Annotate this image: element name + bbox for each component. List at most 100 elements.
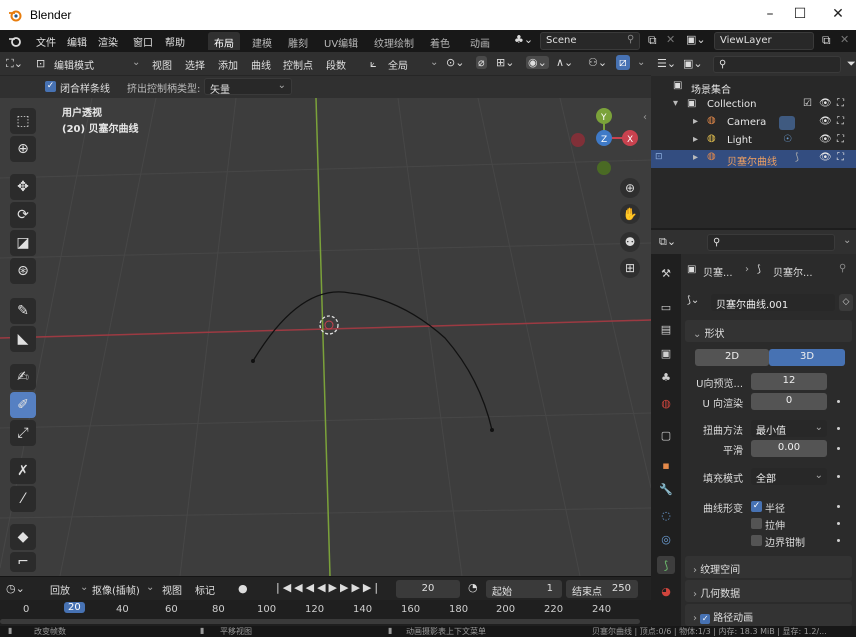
- camera-view-icon[interactable]: ⚉: [620, 232, 640, 252]
- menu-window[interactable]: 窗口: [133, 34, 153, 49]
- start-frame-field[interactable]: 起始 1: [486, 580, 562, 598]
- scene-icon[interactable]: ♣⌄: [514, 33, 533, 46]
- gizmo-neg-y[interactable]: [597, 161, 611, 175]
- outliner-item-camera[interactable]: ▸ ◍ Camera 👁 ⛶: [651, 114, 856, 132]
- randomize-tool-icon[interactable]: ⁄: [10, 486, 36, 512]
- object-tab-icon[interactable]: ▪: [657, 456, 675, 474]
- dimensions-3d-button[interactable]: 3D: [769, 349, 845, 366]
- zoom-icon[interactable]: ⊕: [620, 178, 640, 198]
- curve-data-icon[interactable]: ⟆: [795, 152, 799, 163]
- menu-marker[interactable]: 标记: [195, 582, 215, 597]
- keyframe-dot[interactable]: [837, 522, 840, 525]
- viewport-canvas[interactable]: Y Z X: [0, 98, 651, 576]
- mode-selector[interactable]: 编辑模式: [54, 57, 94, 72]
- draw-curve-tool-icon[interactable]: ✍: [10, 364, 36, 390]
- visibility-icon[interactable]: ⚇⌄: [588, 56, 607, 69]
- filter-icon[interactable]: ⏷: [847, 57, 856, 71]
- playback-controls[interactable]: |◀◀◀◀▶▶▶▶|: [276, 581, 381, 594]
- playhead-frame[interactable]: 20: [64, 602, 85, 613]
- perspective-toggle-icon[interactable]: ⊞: [620, 258, 640, 278]
- menu-control-points[interactable]: 控制点: [283, 57, 313, 72]
- chevron-down-icon[interactable]: ⌄: [843, 235, 851, 246]
- auto-keying-icon[interactable]: ●: [238, 582, 248, 595]
- outliner-item-bezier[interactable]: ⊡ ▸ ◍ 贝塞尔曲线 ⟆ 👁 ⛶: [651, 150, 856, 168]
- delete-scene-icon[interactable]: ✕: [666, 33, 675, 46]
- smooth-field[interactable]: 0.00: [751, 440, 827, 457]
- snap-icon[interactable]: ⌀: [476, 56, 487, 69]
- gizmo-neg-x[interactable]: [571, 133, 585, 147]
- keyframe-dot[interactable]: [837, 505, 840, 508]
- display-mode-icon[interactable]: ▣⌄: [683, 57, 703, 70]
- new-scene-icon[interactable]: ⧉: [648, 33, 657, 48]
- proportional-edit-icon[interactable]: ◉⌄: [526, 56, 549, 69]
- material-tab-icon[interactable]: ◕: [657, 582, 675, 600]
- expand-arrow-icon[interactable]: ▾: [673, 98, 678, 109]
- bezier-curve[interactable]: [252, 291, 493, 431]
- blender-menu-icon[interactable]: [8, 34, 22, 48]
- outliner-item-light[interactable]: ▸ ◍ Light ☉ 👁 ⛶: [651, 132, 856, 150]
- shear-tool-icon[interactable]: ◆: [10, 524, 36, 550]
- eye-icon[interactable]: 👁: [819, 98, 832, 109]
- datablock-name-field[interactable]: 贝塞尔曲线.001: [711, 294, 835, 311]
- outliner-collection[interactable]: ▾ ▣ Collection ☑ 👁 ⛶: [651, 96, 856, 114]
- eye-icon[interactable]: 👁: [819, 152, 832, 163]
- path-animation-checkbox[interactable]: ✓: [700, 614, 711, 624]
- timeline-scrollbar[interactable]: [0, 619, 640, 624]
- properties-editor-icon[interactable]: ⧉⌄: [659, 235, 676, 249]
- menu-render[interactable]: 渲染: [98, 34, 118, 49]
- fake-user-icon[interactable]: ◇: [839, 294, 853, 311]
- closed-spline-checkbox[interactable]: ✓: [45, 81, 56, 92]
- u-render-field[interactable]: 0: [751, 393, 827, 410]
- select-box-tool-icon[interactable]: ⬚: [10, 108, 36, 134]
- close-button[interactable]: ✕: [828, 6, 848, 22]
- u-preview-field[interactable]: 12: [751, 373, 827, 390]
- tilt-tool-icon[interactable]: ✗: [10, 458, 36, 484]
- physics-tab-icon[interactable]: ◎: [657, 530, 675, 548]
- new-view-layer-icon[interactable]: ⧉: [822, 33, 831, 48]
- pivot-icon[interactable]: ⊙⌄: [446, 56, 464, 69]
- overlay-toggle-icon[interactable]: ⧄: [616, 55, 630, 70]
- menu-add[interactable]: 添加: [218, 57, 238, 72]
- exclude-checkbox-icon[interactable]: ☑: [803, 98, 812, 109]
- menu-help[interactable]: 帮助: [165, 34, 185, 49]
- chevron-down-icon[interactable]: ⌄: [637, 57, 645, 68]
- view-layer-tab-icon[interactable]: ▣: [657, 344, 675, 362]
- minimize-button[interactable]: –: [760, 6, 780, 22]
- render-tab-icon[interactable]: ▭: [657, 298, 675, 316]
- menu-file[interactable]: 文件: [36, 34, 56, 49]
- move-tool-icon[interactable]: ✥: [10, 174, 36, 200]
- scene-selector[interactable]: Scene: [540, 32, 640, 50]
- sidebar-toggle-icon[interactable]: ‹: [643, 112, 647, 123]
- menu-curve[interactable]: 曲线: [251, 57, 271, 72]
- tab-animation[interactable]: 动画: [464, 32, 496, 50]
- tab-modeling[interactable]: 建模: [246, 32, 278, 50]
- curve-data-tab-icon[interactable]: ⟆: [657, 556, 675, 574]
- tab-texture-paint[interactable]: 纹理绘制: [368, 32, 420, 50]
- keyframe-dot[interactable]: [837, 427, 840, 430]
- outliner-editor-icon[interactable]: ☰⌄: [657, 57, 676, 70]
- menu-segments[interactable]: 段数: [326, 57, 346, 72]
- outliner-scene-collection[interactable]: ▣ 场景集合: [651, 78, 856, 96]
- tab-sculpting[interactable]: 雕刻: [282, 32, 314, 50]
- annotate-tool-icon[interactable]: ✎: [10, 298, 36, 324]
- keyframe-dot[interactable]: [837, 447, 840, 450]
- curve-end-point[interactable]: [490, 428, 494, 432]
- output-tab-icon[interactable]: ▤: [657, 320, 675, 338]
- keyframe-dot[interactable]: [837, 475, 840, 478]
- camera-data-icon[interactable]: [779, 116, 795, 130]
- extrude-type-dropdown[interactable]: 矢量 ⌄: [204, 78, 292, 95]
- stretch-checkbox[interactable]: [751, 518, 762, 529]
- rotate-tool-icon[interactable]: ⟳: [10, 202, 36, 228]
- curve-start-point[interactable]: [251, 359, 255, 363]
- texture-space-panel[interactable]: › 纹理空间: [685, 556, 852, 578]
- menu-keying[interactable]: 抠像(插帧): [92, 582, 140, 597]
- light-data-icon[interactable]: ☉: [783, 134, 792, 145]
- pin-icon[interactable]: ⚲: [627, 34, 634, 45]
- path-animation-panel[interactable]: › ✓ 路径动画: [685, 604, 852, 626]
- eye-icon[interactable]: 👁: [819, 116, 832, 127]
- falloff-icon[interactable]: ∧⌄: [556, 56, 573, 69]
- keyframe-dot[interactable]: [837, 400, 840, 403]
- camera-render-icon[interactable]: ⛶: [837, 134, 844, 145]
- pin-icon[interactable]: ⚲: [839, 263, 846, 274]
- current-frame-field[interactable]: 20: [396, 580, 460, 598]
